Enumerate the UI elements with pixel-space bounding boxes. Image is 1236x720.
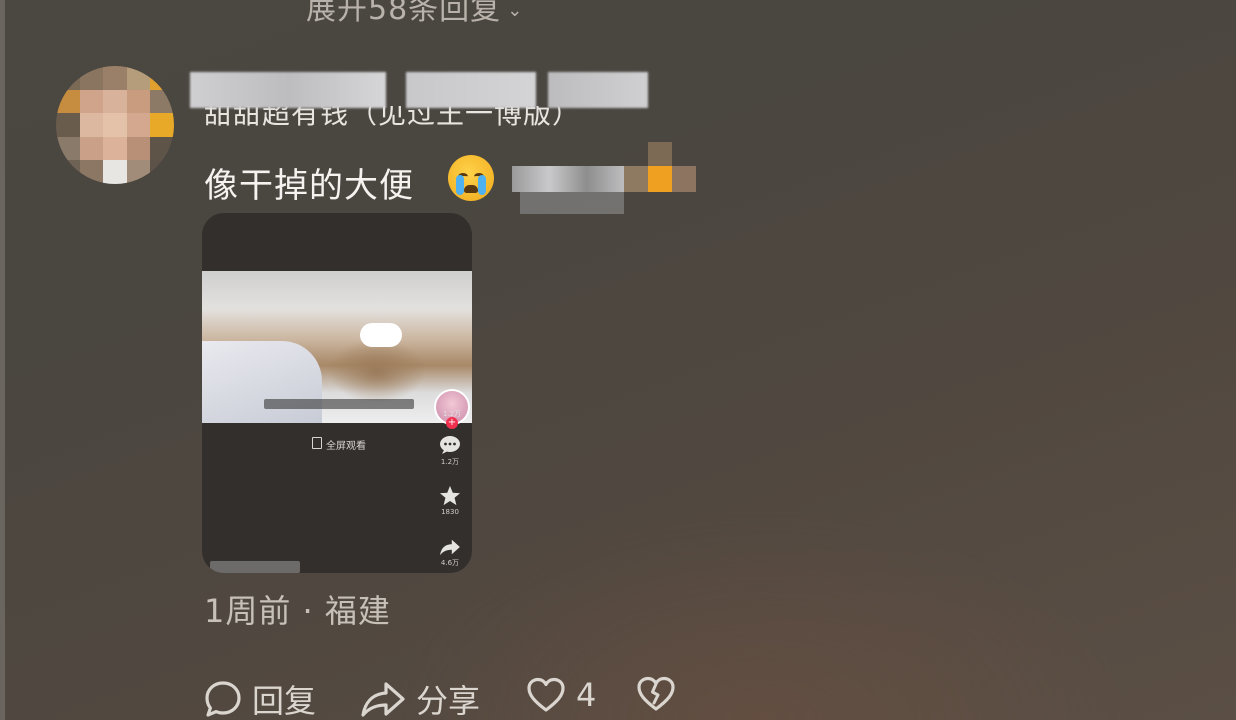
share-arrow-icon [440,539,460,556]
share-button[interactable]: 分享 [360,676,480,720]
chevron-down-icon: ⌄ [507,0,524,21]
loudly-crying-face-icon [448,155,494,201]
video-favorite-button[interactable]: 1830 [436,485,464,516]
text-mosaic [648,142,672,166]
video-sticker [360,323,402,347]
video-bottom-caption [210,561,300,573]
share-icon [361,682,405,717]
share-label: 分享 [416,682,481,720]
text-mosaic [648,166,672,192]
text-mosaic [520,192,624,214]
username-mosaic [190,72,386,108]
username-mosaic [406,72,536,108]
like-button[interactable]: 4 [526,676,596,714]
dislike-button[interactable] [636,676,676,712]
comment-meta: 1周前 · 福建 [204,592,391,630]
reply-bubble-icon [205,681,241,717]
comment-bubble-icon [440,436,460,454]
video-thumbnail: + [202,271,472,429]
video-pillow [202,341,322,423]
comment-text: 像干掉的大便 [204,166,414,206]
fullscreen-icon [312,437,322,449]
star-icon [439,485,461,506]
expand-replies-link[interactable]: 展开58条回复 ⌄ [306,0,523,28]
expand-replies-label: 展开58条回复 [306,0,502,27]
reply-button[interactable]: 回复 [204,676,316,720]
username-mosaic [548,72,648,108]
broken-heart-icon [637,676,675,711]
reply-label: 回复 [252,682,317,720]
heart-icon [527,677,565,712]
fullscreen-label[interactable]: 全屏观看 [326,437,366,452]
text-mosaic [512,166,624,192]
text-mosaic [672,166,696,192]
video-caption [264,399,414,409]
text-mosaic [624,166,648,192]
video-comment-button[interactable]: 1.2万 [436,435,464,467]
attached-video-card[interactable]: + 1.2万 全屏观看 1.2万 1830 4.6万 [202,213,472,573]
left-edge-divider [0,0,5,720]
like-count-small: 1.2万 [442,410,462,418]
video-share-button[interactable]: 4.6万 [436,538,464,568]
like-count: 4 [576,676,597,714]
avatar[interactable] [56,66,174,184]
